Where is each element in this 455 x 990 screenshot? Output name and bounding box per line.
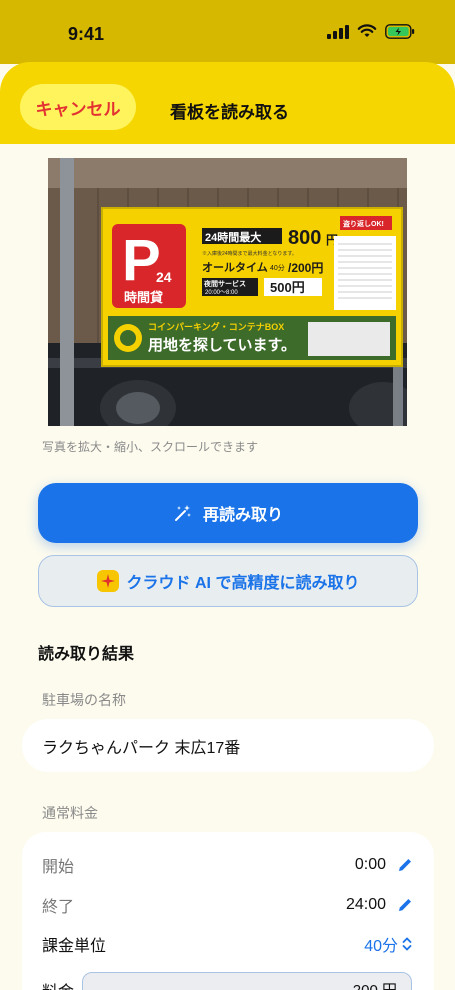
sign-max-label: 24時間最大 <box>205 230 261 244</box>
fee-card: 開始 0:00 終了 24:00 課金単位 40分 料金 200 円 <box>22 832 434 990</box>
sign-p-letter: P <box>122 228 161 293</box>
cloud-ai-button[interactable]: クラウド AI で高精度に読み取り <box>38 555 418 607</box>
end-row[interactable]: 終了 24:00 <box>22 885 434 925</box>
page-title: 看板を読み取る <box>170 103 289 122</box>
cancel-button[interactable]: キャンセル <box>20 84 136 130</box>
billing-unit-row[interactable]: 課金単位 40分 <box>22 924 434 964</box>
sign-alltime-unit: 40分 <box>270 263 285 272</box>
parking-name-value: ラクちゃんパーク 末広17番 <box>42 739 241 757</box>
sign-p-caption: 時間貸 <box>124 290 163 305</box>
parking-name-label: 駐車場の名称 <box>42 692 126 708</box>
cloud-ai-label: クラウド AI で高精度に読み取り <box>126 575 360 592</box>
end-label: 終了 <box>42 899 75 916</box>
normal-fee-label: 通常料金 <box>42 805 98 821</box>
start-value: 0:00 <box>354 856 386 873</box>
sign-max-note: ※入庫後24時間まで最大料金となります。 <box>202 250 297 257</box>
sign-night-label: 夜間サービス <box>203 279 246 288</box>
start-row[interactable]: 開始 0:00 <box>22 845 434 885</box>
parking-name-field[interactable]: ラクちゃんパーク 末広17番 <box>22 719 434 772</box>
sign-night-time: 20:00〜8:00 <box>205 290 238 296</box>
billing-unit-label: 課金単位 <box>42 938 107 955</box>
signal-icon <box>327 24 349 39</box>
status-bar: 9:41 <box>0 0 455 64</box>
nav-bar: キャンセル 看板を読み取る <box>0 62 455 144</box>
magic-wand-icon <box>174 505 191 521</box>
result-section-title: 読み取り結果 <box>38 646 135 663</box>
pencil-icon[interactable] <box>396 896 414 914</box>
sign-photo[interactable]: P 24 時間貸 24時間最大 800 円 ※入庫後24時間まで最大料金となりま… <box>48 158 407 426</box>
start-label: 開始 <box>42 859 75 876</box>
zoom-hint: 写真を拡大・縮小、スクロールできます <box>42 440 259 454</box>
battery-icon <box>385 24 415 39</box>
sign-night-price: 500円 <box>270 280 305 295</box>
status-icons <box>327 24 415 39</box>
sign-alltime-label: オールタイム <box>202 261 268 274</box>
reread-label: 再読み取り <box>202 507 283 524</box>
sign-recruit-2: 用地を探しています。 <box>148 336 296 354</box>
sparkle-icon <box>96 570 119 592</box>
sign-recruit-1: コインパーキング・コンテナBOX <box>148 321 284 332</box>
fee-value: 200 円 <box>352 981 397 990</box>
billing-unit-value: 40分 <box>364 938 398 955</box>
chevron-updown-icon <box>402 937 412 951</box>
billing-unit-select[interactable]: 40分 <box>364 932 412 956</box>
end-value: 24:00 <box>345 896 386 913</box>
sign-badge: 盗り返しOK! <box>343 219 384 228</box>
sign-p-24: 24 <box>156 269 172 285</box>
wifi-icon <box>357 24 377 37</box>
status-time: 9:41 <box>68 24 105 44</box>
fee-label: 料金 <box>42 978 74 990</box>
pencil-icon[interactable] <box>396 856 414 874</box>
fee-input[interactable]: 200 円 <box>82 972 412 990</box>
sign-alltime-price: /200円 <box>288 261 323 275</box>
sign-max-price: 800 <box>288 227 321 249</box>
reread-button[interactable]: 再読み取り <box>38 483 418 543</box>
